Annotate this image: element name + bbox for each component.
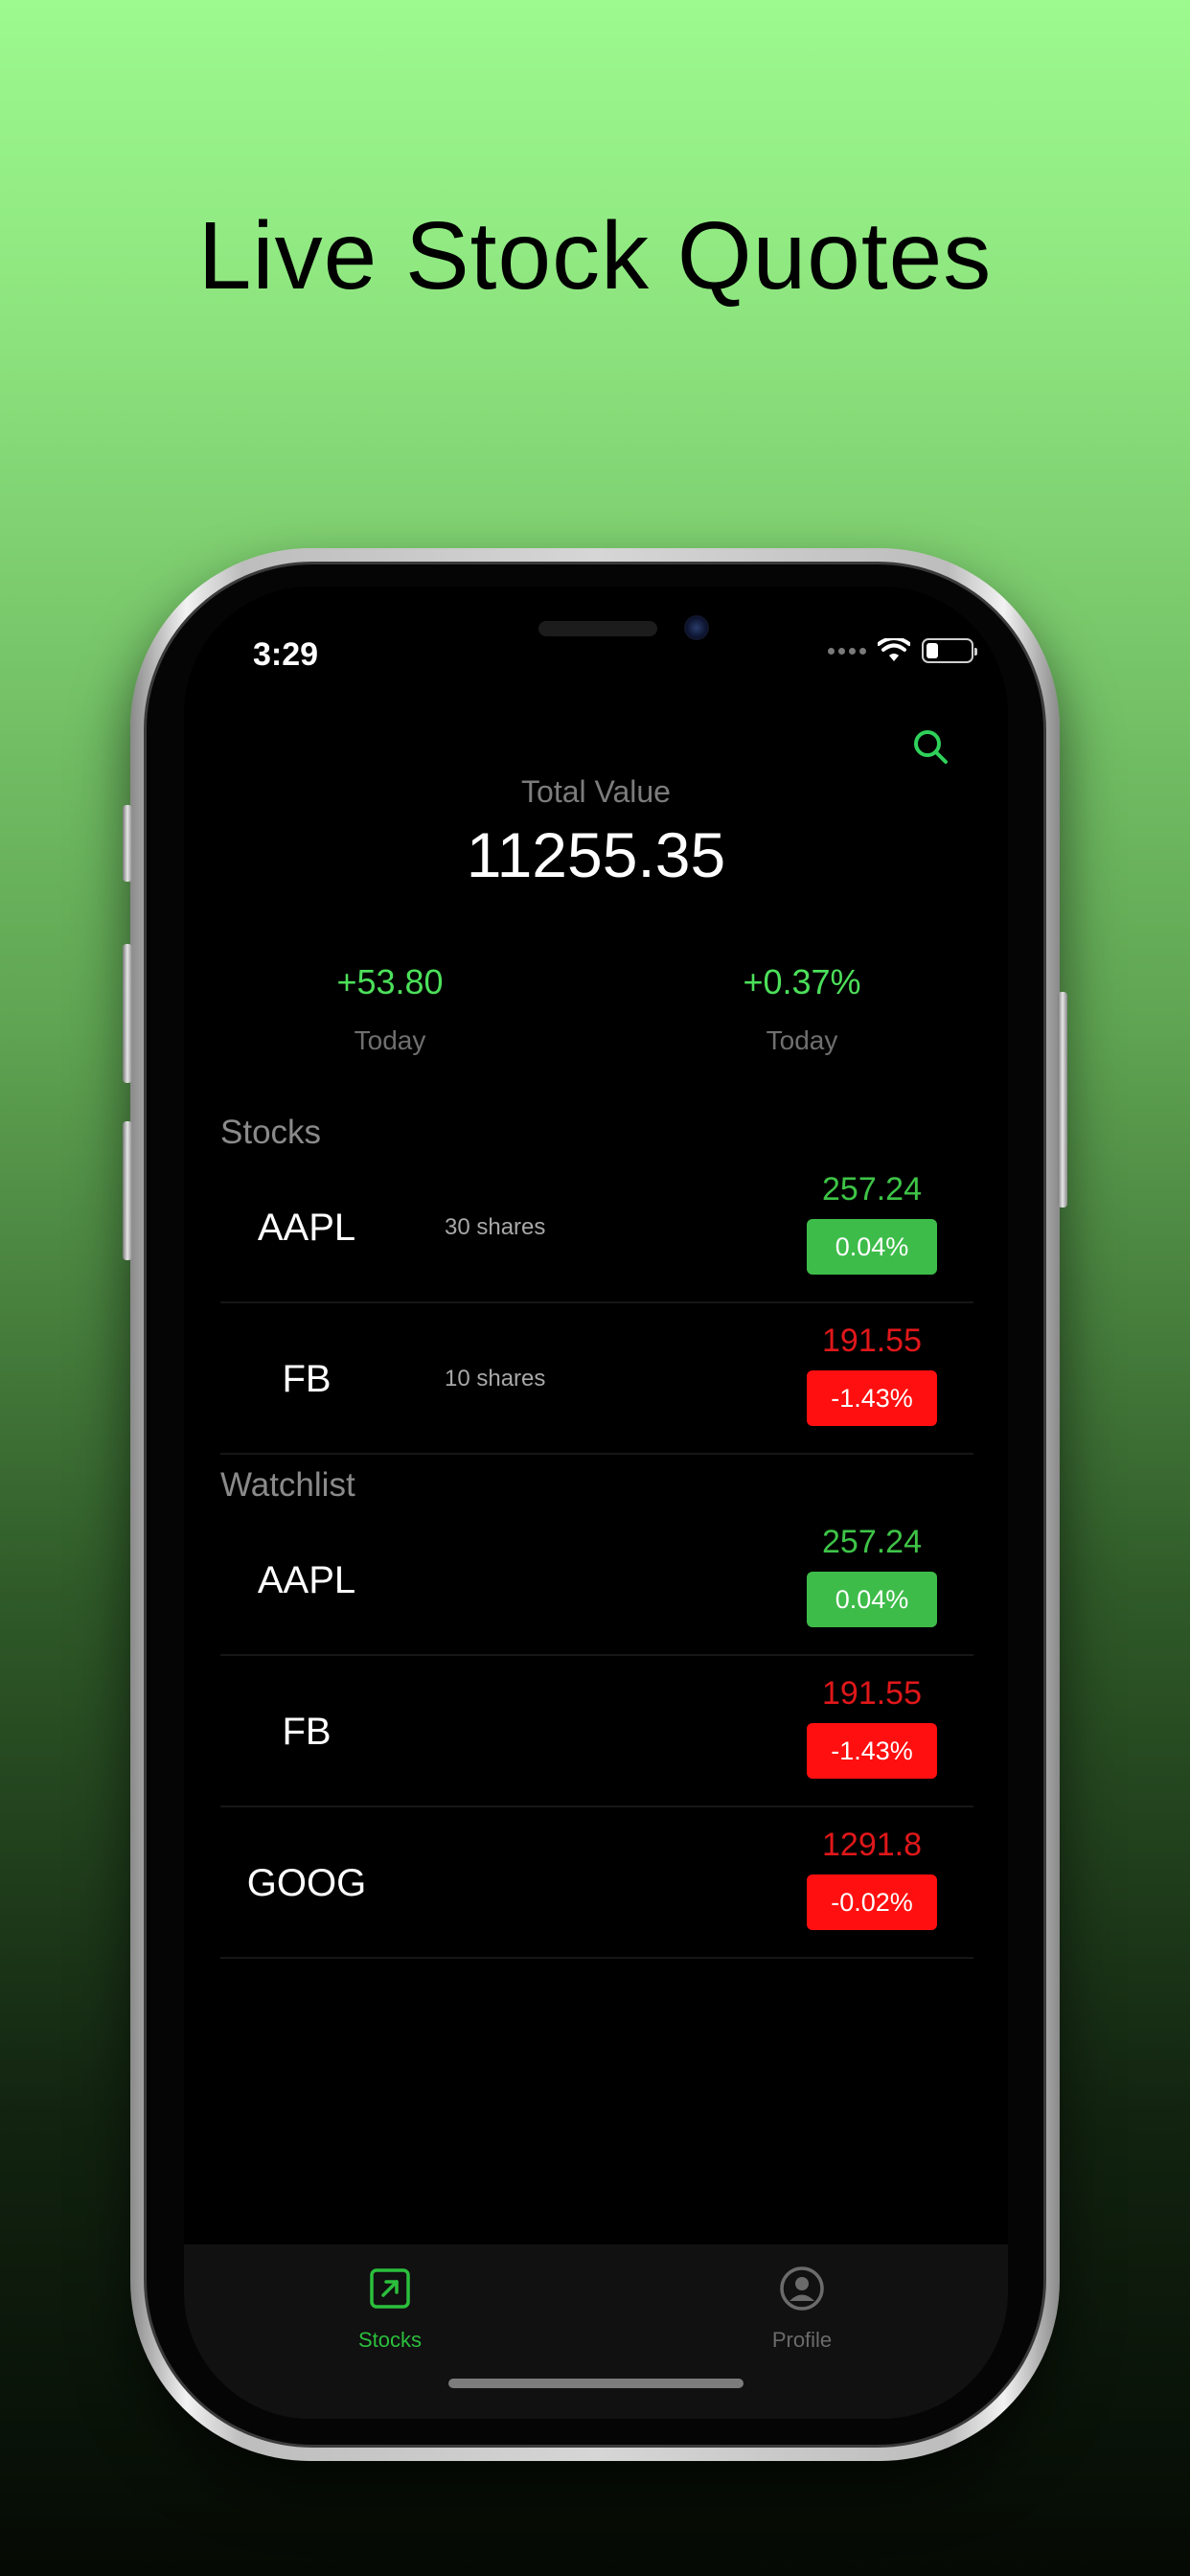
stock-price: 257.24 [822,1171,922,1208]
watchlist-change-badge: 0.04% [807,1572,937,1627]
phone-screen: 3:29 Total Value 11255.35 +53.80 Today +… [184,586,1008,2419]
watchlist-symbol: FB [282,1711,332,1753]
status-time: 3:29 [253,636,319,673]
today-change-value: +53.80 [336,962,444,1001]
stock-row-aapl[interactable]: AAPL 30 shares 257.24 0.04% [220,1152,973,1303]
tab-profile-label: Profile [771,2328,833,2352]
stock-change-badge: -1.43% [807,1370,937,1426]
today-percent-value: +0.37% [743,962,861,1001]
search-button[interactable] [906,723,956,772]
today-change-label: Today [354,1025,426,1055]
stock-symbol: FB [282,1358,332,1400]
cellular-signal-icon [828,647,866,655]
silent-switch [123,805,132,882]
stock-row-fb[interactable]: FB 10 shares 191.55 -1.43% [220,1303,973,1455]
person-circle-icon [780,2266,824,2311]
stock-price: 191.55 [822,1322,922,1359]
total-value: 11255.35 [466,819,726,890]
arrow-up-right-square-icon [370,2268,410,2309]
watchlist-price: 191.55 [822,1675,922,1712]
today-change-block: +53.80 Today [184,962,596,1056]
today-percent-label: Today [766,1025,838,1055]
tab-profile[interactable]: Profile [596,2262,1008,2353]
watchlist-change-badge: -1.43% [807,1723,937,1779]
watchlist-symbol: AAPL [257,1559,356,1601]
front-camera [684,615,709,640]
wifi-icon [878,638,910,661]
volume-down-button [123,1121,132,1260]
tab-stocks[interactable]: Stocks [184,2262,596,2353]
status-icons [828,638,977,663]
battery-icon [922,638,977,663]
watchlist-change-badge: -0.02% [807,1874,937,1930]
stock-shares: 10 shares [445,1366,546,1392]
power-button [1058,992,1067,1208]
stock-symbol: AAPL [257,1207,356,1249]
volume-up-button [123,944,132,1083]
stock-shares: 30 shares [445,1214,546,1240]
watchlist-row-fb[interactable]: FB 191.55 -1.43% [220,1656,973,1807]
home-indicator[interactable] [448,2379,744,2388]
tab-stocks-label: Stocks [357,2328,423,2352]
stocks-section-title: Stocks [220,1114,322,1151]
watchlist-row-goog[interactable]: GOOG 1291.8 -0.02% [220,1807,973,1959]
search-icon [914,730,948,764]
watchlist-section-title: Watchlist [220,1466,355,1504]
total-value-label: Total Value [521,774,671,809]
watchlist-row-aapl[interactable]: AAPL 257.24 0.04% [220,1505,973,1656]
stock-change-badge: 0.04% [807,1219,937,1275]
watchlist-symbol: GOOG [246,1862,367,1904]
today-percent-block: +0.37% Today [596,962,1008,1056]
speaker-grille [538,621,657,636]
watchlist-price: 1291.8 [822,1827,922,1863]
watchlist-price: 257.24 [822,1524,922,1560]
headline: Live Stock Quotes [197,202,993,310]
tab-bar: Stocks Profile [184,2244,1008,2419]
